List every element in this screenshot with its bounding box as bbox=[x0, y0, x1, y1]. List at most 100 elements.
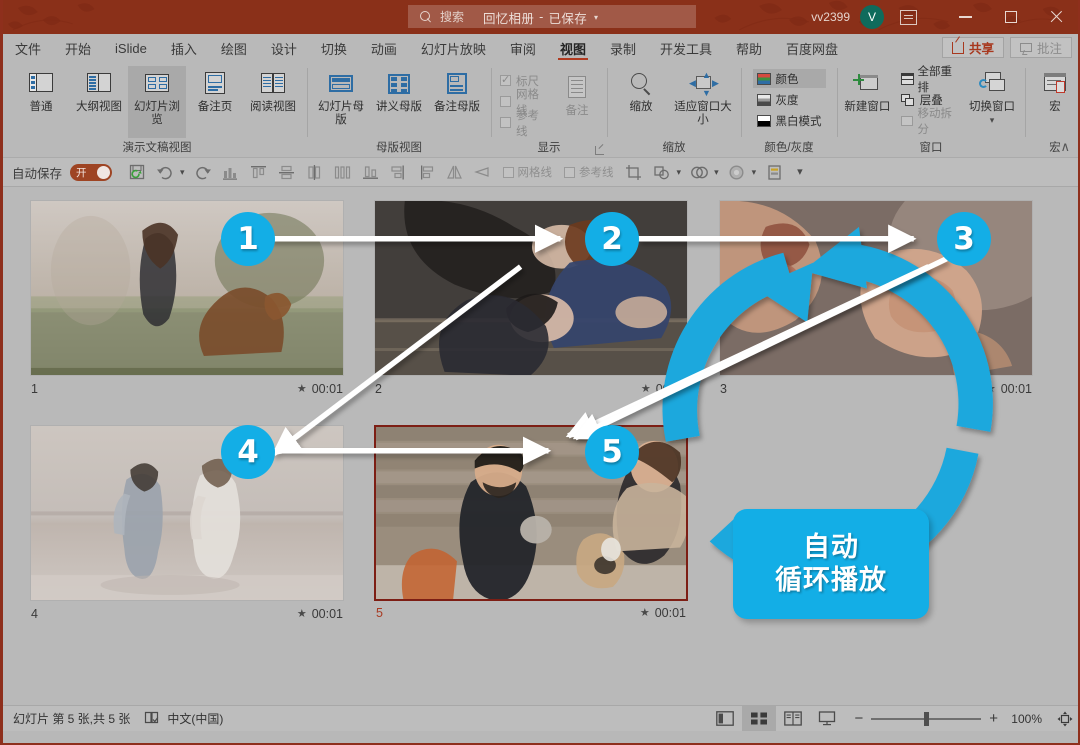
ribbon-display-options-icon[interactable] bbox=[900, 9, 917, 25]
normal-view-button[interactable] bbox=[708, 706, 742, 731]
collapse-ribbon-button[interactable]: ∧ bbox=[1060, 139, 1070, 155]
slide-thumbnail-2[interactable]: 2 ★ 00:01 bbox=[374, 200, 688, 396]
tab-help[interactable]: 帮助 bbox=[724, 34, 774, 62]
show-dialog-launcher[interactable] bbox=[595, 146, 604, 155]
zoom-in-button[interactable]: + bbox=[989, 710, 998, 727]
view-button-reading[interactable]: 阅读视图 bbox=[244, 66, 302, 116]
macro-button[interactable]: 宏 bbox=[1026, 66, 1078, 116]
zoom-level-label[interactable]: 100% bbox=[1006, 712, 1042, 726]
tab-animations[interactable]: 动画 bbox=[359, 34, 409, 62]
tab-view[interactable]: 视图 bbox=[548, 34, 598, 62]
notes-button[interactable]: 备注 bbox=[552, 66, 602, 120]
shape-fill-caret-icon[interactable]: ▾ bbox=[752, 167, 757, 176]
move-split-button[interactable]: 移动拆分 bbox=[897, 108, 960, 136]
color-option-grayscale[interactable]: 灰度 bbox=[753, 90, 826, 109]
tab-home[interactable]: 开始 bbox=[53, 34, 103, 62]
master-button-notes-master[interactable]: 备注母版 bbox=[428, 66, 486, 116]
minimize-button[interactable] bbox=[943, 0, 988, 34]
arrange-all-button[interactable]: 全部重排 bbox=[897, 66, 960, 94]
view-button-normal[interactable]: 普通 bbox=[12, 66, 70, 116]
flip-vertical-icon[interactable] bbox=[470, 160, 496, 184]
tab-transitions[interactable]: 切换 bbox=[309, 34, 359, 62]
selection-pane-icon[interactable] bbox=[761, 160, 787, 184]
fit-to-window-button[interactable]: ▲ ▼ ◀ ▶ 适应窗口大小 bbox=[670, 66, 736, 128]
close-button[interactable] bbox=[1033, 0, 1078, 34]
new-window-button[interactable]: 新建窗口 bbox=[842, 66, 893, 116]
slide-sorter-button[interactable] bbox=[742, 706, 777, 731]
view-button-outline[interactable]: 大纲视图 bbox=[70, 66, 128, 116]
shape-intersect-caret-icon[interactable]: ▾ bbox=[714, 167, 719, 176]
undo-caret-icon[interactable]: ▾ bbox=[180, 167, 185, 176]
qat-checkbox-gridlines[interactable]: 网格线 bbox=[498, 164, 558, 180]
zoom-control[interactable]: − + 100% bbox=[844, 710, 1052, 727]
align-bottom-icon[interactable] bbox=[358, 160, 384, 184]
merge-shapes-icon[interactable] bbox=[649, 160, 675, 184]
language-area[interactable]: 中文(中国) bbox=[144, 710, 223, 727]
tab-slideshow[interactable]: 幻灯片放映 bbox=[409, 34, 498, 62]
share-button[interactable]: 共享 bbox=[941, 37, 1004, 58]
crop-icon[interactable] bbox=[621, 160, 647, 184]
search-input[interactable]: 搜索 bbox=[440, 8, 464, 25]
align-right-icon[interactable] bbox=[386, 160, 412, 184]
align-center-icon[interactable] bbox=[302, 160, 328, 184]
zoom-slider-thumb[interactable] bbox=[924, 711, 930, 726]
align-left-icon[interactable] bbox=[414, 160, 440, 184]
tab-design[interactable]: 设计 bbox=[259, 34, 309, 62]
color-option-color[interactable]: 颜色 bbox=[752, 69, 826, 88]
tab-insert[interactable]: 插入 bbox=[159, 34, 209, 62]
tab-review[interactable]: 审阅 bbox=[498, 34, 548, 62]
checkbox-guides[interactable]: 参考线 bbox=[496, 110, 546, 138]
tab-developer[interactable]: 开发工具 bbox=[648, 34, 724, 62]
maximize-button[interactable] bbox=[988, 0, 1033, 34]
switch-window-button[interactable]: 切换窗口 ▾ bbox=[964, 66, 1020, 126]
tab-islide[interactable]: iSlide bbox=[103, 34, 159, 62]
merge-shapes-caret-icon[interactable]: ▾ bbox=[677, 167, 682, 176]
redo-icon[interactable] bbox=[190, 160, 216, 184]
zoom-out-button[interactable]: − bbox=[854, 710, 863, 727]
comments-label: 批注 bbox=[1036, 42, 1062, 56]
align-top-icon[interactable] bbox=[246, 160, 272, 184]
status-bar-right: − + 100% bbox=[708, 706, 1078, 731]
share-label: 共享 bbox=[968, 42, 994, 56]
qat-checkbox-guides[interactable]: 参考线 bbox=[559, 164, 619, 180]
slide-thumbnail-5[interactable]: 5 ★ 00:01 bbox=[374, 425, 688, 620]
notes-button-label: 备注 bbox=[565, 105, 589, 117]
slide-thumbnail-1[interactable]: 1 ★ 00:01 bbox=[30, 200, 344, 396]
tab-file[interactable]: 文件 bbox=[3, 34, 53, 62]
search-box[interactable]: 搜索 bbox=[408, 5, 696, 28]
view-button-notes-page[interactable]: 备注页 bbox=[186, 66, 244, 116]
tab-draw[interactable]: 绘图 bbox=[209, 34, 259, 62]
shape-fill-icon[interactable] bbox=[724, 160, 750, 184]
fit-slide-to-window-button[interactable] bbox=[1052, 706, 1078, 731]
undo-icon[interactable] bbox=[152, 160, 178, 184]
move-split-icon bbox=[900, 115, 913, 127]
tab-baidu-netdisk[interactable]: 百度网盘 bbox=[774, 34, 850, 62]
shape-intersect-icon[interactable] bbox=[686, 160, 712, 184]
qat-guides-box bbox=[564, 166, 576, 178]
zoom-button[interactable]: 缩放 bbox=[612, 66, 670, 116]
master-button-slide-master[interactable]: 幻灯片母版 bbox=[312, 66, 370, 129]
align-middle-icon[interactable] bbox=[274, 160, 300, 184]
view-button-slide-sorter[interactable]: 幻灯片浏览 bbox=[128, 66, 186, 138]
switch-window-caret-icon[interactable]: ▾ bbox=[990, 116, 995, 125]
autosave-toggle[interactable]: 开 bbox=[70, 163, 113, 181]
master-button-handout-master[interactable]: 讲义母版 bbox=[370, 66, 428, 116]
ribbon: 普通 大纲视图 幻灯片浏览 备注页 阅读视图 演示文稿视图 幻灯片母版 讲义母版… bbox=[3, 62, 1078, 157]
autosave-toggle-knob bbox=[97, 165, 111, 179]
step-badge-5-label: 5 bbox=[601, 434, 623, 470]
slide-sorter-workspace[interactable]: 1 ★ 00:01 2 ★ 00:01 3 ★ 00:01 4 ★ 00:01 … bbox=[3, 187, 1078, 705]
tab-record[interactable]: 录制 bbox=[598, 34, 648, 62]
reading-view-button[interactable] bbox=[776, 706, 810, 731]
callout-line2: 循环播放 bbox=[775, 565, 887, 595]
color-option-blackwhite[interactable]: 黑白模式 bbox=[753, 111, 826, 130]
comments-button[interactable]: 批注 bbox=[1009, 37, 1072, 58]
qat-overflow-icon[interactable]: ▾ bbox=[797, 166, 803, 177]
flip-horizontal-icon[interactable] bbox=[442, 160, 468, 184]
slideshow-button[interactable] bbox=[810, 706, 844, 731]
distribute-horizontal-icon[interactable] bbox=[330, 160, 356, 184]
save-icon[interactable] bbox=[124, 160, 150, 184]
chart-icon[interactable] bbox=[218, 160, 244, 184]
zoom-slider[interactable] bbox=[871, 711, 982, 726]
avatar[interactable]: V bbox=[860, 5, 884, 29]
slide-thumbnail-4[interactable]: 4 ★ 00:01 bbox=[30, 425, 344, 621]
